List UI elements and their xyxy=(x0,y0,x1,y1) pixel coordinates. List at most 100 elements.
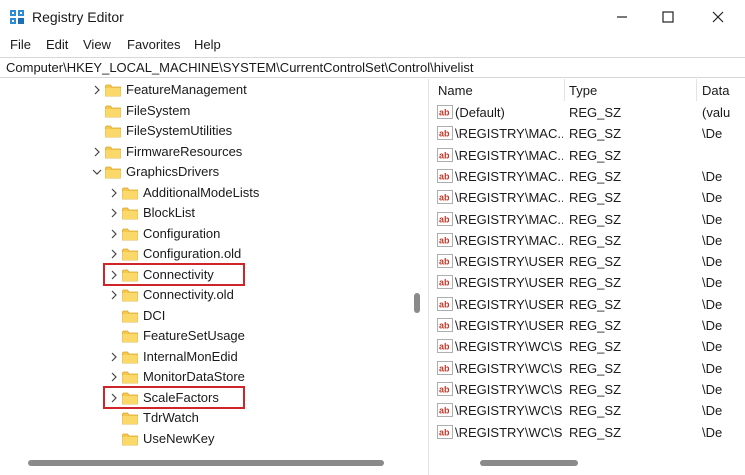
value-type: REG_SZ xyxy=(569,233,622,248)
value-row[interactable]: ab \REGISTRY\MAC... REG_SZ \De xyxy=(434,123,745,144)
value-name: \REGISTRY\MAC... xyxy=(455,212,563,227)
tree-item[interactable]: FileSystem xyxy=(0,101,410,121)
key-tree[interactable]: FeatureManagement FileSystem FileSystemUti… xyxy=(0,79,425,475)
chevron-right-icon[interactable] xyxy=(109,229,119,239)
chevron-right-icon[interactable] xyxy=(109,352,119,362)
menu-edit[interactable]: Edit xyxy=(46,37,68,52)
folder-icon xyxy=(122,371,138,384)
tree-item-label: GraphicsDrivers xyxy=(126,164,220,179)
value-row[interactable]: ab \REGISTRY\WC\S... REG_SZ \De xyxy=(434,336,745,357)
tree-vertical-scrollbar[interactable] xyxy=(413,79,421,457)
value-row[interactable]: ab \REGISTRY\WC\S... REG_SZ \De xyxy=(434,358,745,379)
chevron-right-icon[interactable] xyxy=(109,208,119,218)
column-divider[interactable] xyxy=(696,79,697,101)
minimize-button[interactable] xyxy=(599,0,645,34)
string-value-icon: ab xyxy=(437,190,453,204)
value-name: \REGISTRY\MAC... xyxy=(455,233,563,248)
value-row[interactable]: ab \REGISTRY\MAC... REG_SZ \De xyxy=(434,230,745,251)
value-row[interactable]: ab \REGISTRY\MAC... REG_SZ xyxy=(434,145,745,166)
tree-item[interactable]: FeatureSetUsage xyxy=(0,326,410,346)
address-path[interactable]: Computer\HKEY_LOCAL_MACHINE\SYSTEM\Curre… xyxy=(6,60,473,75)
list-horizontal-scroll-thumb[interactable] xyxy=(480,460,578,466)
tree-item[interactable]: MonitorDataStore xyxy=(0,367,410,387)
chevron-right-icon[interactable] xyxy=(109,249,119,259)
string-value-icon: ab xyxy=(437,297,453,311)
tree-item[interactable]: Configuration xyxy=(0,224,410,244)
menu-view[interactable]: View xyxy=(83,37,111,52)
chevron-right-icon[interactable] xyxy=(109,188,119,198)
folder-icon xyxy=(105,166,121,179)
folder-icon xyxy=(122,228,138,241)
column-header-data[interactable]: Data xyxy=(702,79,745,101)
value-type: REG_SZ xyxy=(569,126,622,141)
tree-item[interactable]: DCI xyxy=(0,306,410,326)
value-name: \REGISTRY\USER... xyxy=(455,275,563,290)
tree-item[interactable]: BlockList xyxy=(0,203,410,223)
value-row[interactable]: ab \REGISTRY\WC\S... REG_SZ \De xyxy=(434,422,745,443)
tree-item[interactable]: InternalMonEdid xyxy=(0,347,410,367)
value-list[interactable]: Name Type Data ab (Default) REG_SZ (valu ab \… xyxy=(434,79,745,475)
string-value-icon: ab xyxy=(437,148,453,162)
svg-text:ab: ab xyxy=(439,257,450,267)
tree-item[interactable]: AdditionalModeLists xyxy=(0,183,410,203)
value-row[interactable]: ab \REGISTRY\WC\S... REG_SZ \De xyxy=(434,400,745,421)
value-name: \REGISTRY\WC\S... xyxy=(455,425,563,440)
address-bar[interactable]: Computer\HKEY_LOCAL_MACHINE\SYSTEM\Curre… xyxy=(0,57,745,78)
value-row[interactable]: ab (Default) REG_SZ (valu xyxy=(434,102,745,123)
svg-text:ab: ab xyxy=(439,215,450,225)
tree-item[interactable]: Connectivity.old xyxy=(0,285,410,305)
value-row[interactable]: ab \REGISTRY\USER... REG_SZ \De xyxy=(434,272,745,293)
value-row[interactable]: ab \REGISTRY\WC\S... REG_SZ \De xyxy=(434,379,745,400)
tree-item-label: InternalMonEdid xyxy=(143,349,238,364)
string-value-icon: ab xyxy=(437,275,453,289)
value-data: \De xyxy=(702,382,723,397)
string-value-icon: ab xyxy=(437,254,453,268)
value-row[interactable]: ab \REGISTRY\MAC... REG_SZ \De xyxy=(434,209,745,230)
value-row[interactable]: ab \REGISTRY\USER... REG_SZ \De xyxy=(434,251,745,272)
string-value-icon: ab xyxy=(437,361,453,375)
value-type: REG_SZ xyxy=(569,169,622,184)
tree-item[interactable]: FeatureManagement xyxy=(0,80,410,100)
tree-item[interactable]: FileSystemUtilities xyxy=(0,121,410,141)
value-name: \REGISTRY\MAC... xyxy=(455,148,563,163)
value-type: REG_SZ xyxy=(569,361,622,376)
tree-item[interactable]: UseNewKey xyxy=(0,429,410,449)
close-button[interactable] xyxy=(695,0,741,34)
value-name: \REGISTRY\WC\S... xyxy=(455,403,563,418)
tree-item-label: FeatureSetUsage xyxy=(143,328,245,343)
string-value-icon: ab xyxy=(437,212,453,226)
tree-horizontal-scroll-thumb[interactable] xyxy=(28,460,384,466)
column-divider[interactable] xyxy=(564,79,565,101)
tree-item-label: Connectivity.old xyxy=(143,287,234,302)
chevron-right-icon[interactable] xyxy=(109,372,119,382)
tree-item[interactable]: GraphicsDrivers xyxy=(0,162,410,182)
list-horizontal-scrollbar[interactable] xyxy=(434,457,745,475)
menu-help[interactable]: Help xyxy=(194,37,221,52)
chevron-right-icon[interactable] xyxy=(92,147,102,157)
chevron-right-icon[interactable] xyxy=(92,85,102,95)
value-row[interactable]: ab \REGISTRY\USER... REG_SZ \De xyxy=(434,294,745,315)
tree-item[interactable]: Configuration.old xyxy=(0,244,410,264)
chevron-right-icon[interactable] xyxy=(109,290,119,300)
column-header-name[interactable]: Name xyxy=(438,79,473,101)
folder-icon xyxy=(122,412,138,425)
value-data: \De xyxy=(702,297,723,312)
tree-item-label: Configuration.old xyxy=(143,246,242,261)
tree-vertical-scroll-thumb[interactable] xyxy=(414,293,420,313)
tree-item-label: FileSystem xyxy=(126,103,191,118)
value-row[interactable]: ab \REGISTRY\MAC... REG_SZ \De xyxy=(434,166,745,187)
tree-horizontal-scrollbar[interactable] xyxy=(0,457,425,475)
column-header-type[interactable]: Type xyxy=(569,79,597,101)
tree-item-label: Configuration xyxy=(143,226,221,241)
menu-favorites[interactable]: Favorites xyxy=(127,37,180,52)
value-row[interactable]: ab \REGISTRY\MAC... REG_SZ \De xyxy=(434,187,745,208)
value-name: \REGISTRY\MAC... xyxy=(455,126,563,141)
value-data: \De xyxy=(702,361,723,376)
chevron-down-icon[interactable] xyxy=(92,167,102,177)
tree-item[interactable]: TdrWatch xyxy=(0,408,410,428)
menu-file[interactable]: File xyxy=(10,37,31,52)
maximize-button[interactable] xyxy=(645,0,691,34)
tree-item[interactable]: FirmwareResources xyxy=(0,142,410,162)
value-row[interactable]: ab \REGISTRY\USER... REG_SZ \De xyxy=(434,315,745,336)
value-data: (valu xyxy=(702,105,731,120)
